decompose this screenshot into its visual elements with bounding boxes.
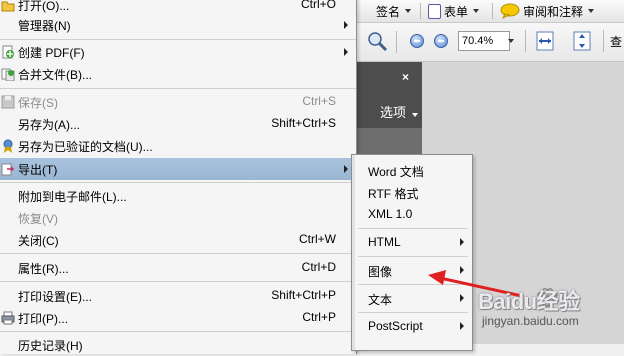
watermark-brand: Baidu经验 [478, 289, 580, 314]
watermark-url: jingyan.baidu.com [482, 314, 579, 328]
baidu-watermark: Baidu经验 jingyan.baidu.com [474, 282, 624, 344]
